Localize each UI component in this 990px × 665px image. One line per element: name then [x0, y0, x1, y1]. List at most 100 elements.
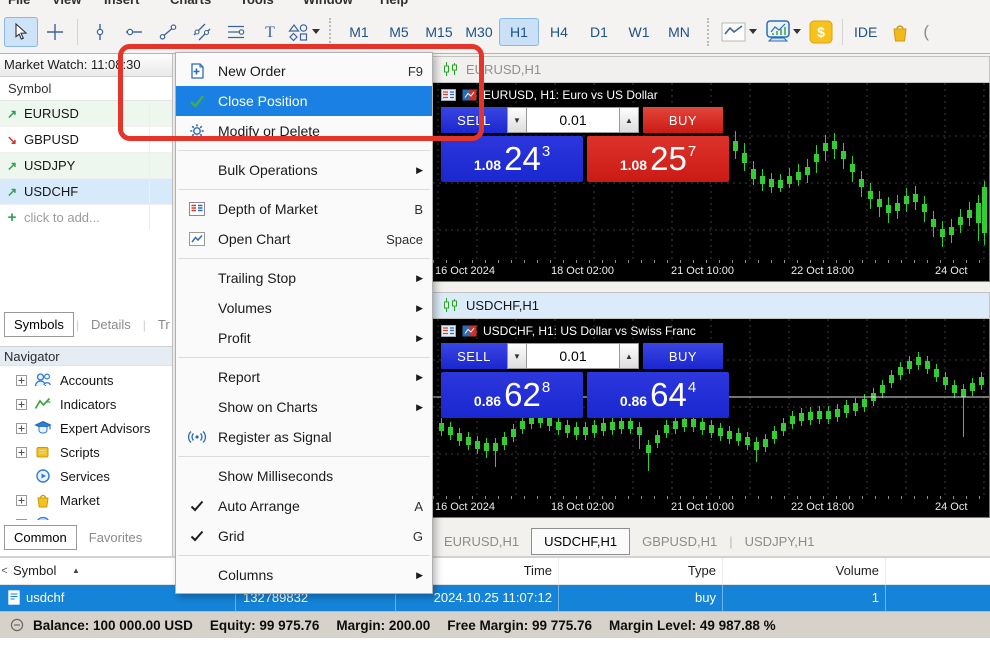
- chart-tab-usdjpy-h1[interactable]: USDJPY,H1: [733, 529, 827, 554]
- tab-symbols[interactable]: Symbols: [4, 312, 74, 337]
- menu-item-columns[interactable]: Columns▶: [176, 560, 432, 590]
- volume-increase-button[interactable]: ▲: [619, 107, 639, 133]
- menu-item-auto-arrange[interactable]: Auto ArrangeA: [176, 491, 432, 521]
- menu-item-modify-or-delete[interactable]: Modify or Delete: [176, 116, 432, 146]
- menubar-item-view[interactable]: View: [52, 0, 81, 7]
- menubar-item-insert[interactable]: Insert: [104, 0, 139, 7]
- market-watch-row[interactable]: ↗EURUSD: [0, 101, 172, 127]
- collapse-icon[interactable]: [10, 618, 24, 632]
- navigator-item-indicators[interactable]: Indicators: [0, 392, 172, 416]
- volume-input[interactable]: 0.01: [527, 343, 619, 369]
- chart-type-button[interactable]: [717, 17, 761, 47]
- volume-decrease-button[interactable]: ▼: [507, 107, 527, 133]
- timeframe-h4-button[interactable]: H4: [539, 18, 579, 46]
- chart-tab-usdchf-h1[interactable]: USDCHF,H1: [531, 528, 630, 555]
- vertical-line-tool-button[interactable]: [83, 17, 117, 47]
- quotes-dollar-button[interactable]: $: [805, 17, 837, 47]
- menu-item-trailing-stop[interactable]: Trailing Stop▶: [176, 263, 432, 293]
- market-watch-row[interactable]: ↗USDJPY: [0, 153, 172, 179]
- volume-input[interactable]: 0.01: [527, 107, 619, 133]
- bid-price-box[interactable]: 1.08243: [441, 136, 583, 182]
- cursor-tool-button[interactable]: [4, 17, 38, 47]
- price-chart[interactable]: USDCHF, H1: US Dollar vs Swiss FrancSELL…: [432, 319, 990, 518]
- menu-item-bulk-operations[interactable]: Bulk Operations▶: [176, 155, 432, 185]
- navigator-item-market[interactable]: Market: [0, 488, 172, 512]
- menu-item-show-on-charts[interactable]: Show on Charts▶: [176, 392, 432, 422]
- ide-button[interactable]: IDE: [848, 24, 883, 40]
- scroll-left-button[interactable]: <: [0, 558, 9, 584]
- sell-button[interactable]: SELL: [441, 107, 507, 133]
- menubar-item-file[interactable]: File: [8, 0, 30, 7]
- timeframe-m5-button[interactable]: M5: [379, 18, 419, 46]
- crosshair-tool-button[interactable]: [38, 17, 72, 47]
- expand-plus-icon[interactable]: [16, 495, 27, 506]
- horizontal-line-tool-button[interactable]: [117, 17, 151, 47]
- oneclick-mini-icon[interactable]: [462, 89, 477, 101]
- navigator-item-scripts[interactable]: Scripts: [0, 440, 172, 464]
- menu-item-show-milliseconds[interactable]: Show Milliseconds: [176, 461, 432, 491]
- trade-row[interactable]: usdchf1327898322024.10.25 11:07:12buy1: [0, 585, 990, 611]
- timeframe-m1-button[interactable]: M1: [339, 18, 379, 46]
- navigator-item-expert-advisors[interactable]: Expert Advisors: [0, 416, 172, 440]
- oneclick-mini-icon[interactable]: [462, 325, 477, 337]
- equidistant-channel-tool-button[interactable]: [185, 17, 219, 47]
- menubar-item-charts[interactable]: Charts: [170, 0, 211, 7]
- menu-item-grid[interactable]: GridG: [176, 521, 432, 551]
- market-watch-row[interactable]: ↗USDCHF: [0, 179, 172, 205]
- expand-plus-icon[interactable]: [16, 423, 27, 434]
- tab-details[interactable]: Details: [81, 312, 141, 337]
- menu-item-register-as-signal[interactable]: Register as Signal: [176, 422, 432, 452]
- buy-button[interactable]: BUY: [643, 107, 723, 133]
- ask-price-box[interactable]: 0.86644: [587, 372, 729, 418]
- depth-of-market-mini-icon[interactable]: [441, 325, 456, 337]
- sell-button[interactable]: SELL: [441, 343, 507, 369]
- depth-of-market-mini-icon[interactable]: [441, 89, 456, 101]
- menubar-item-help[interactable]: Help: [380, 0, 408, 7]
- bid-price-box[interactable]: 0.86628: [441, 372, 583, 418]
- navigator-item-accounts[interactable]: Accounts: [0, 368, 172, 392]
- menubar-item-window[interactable]: Window: [303, 0, 353, 7]
- menu-item-report[interactable]: Report▶: [176, 362, 432, 392]
- menu-item-open-chart[interactable]: Open ChartSpace: [176, 224, 432, 254]
- chart-window-titlebar[interactable]: USDCHF,H1: [432, 292, 990, 319]
- expand-plus-icon[interactable]: [16, 399, 27, 410]
- menu-item-depth-of-market[interactable]: Depth of MarketB: [176, 194, 432, 224]
- timeframe-d1-button[interactable]: D1: [579, 18, 619, 46]
- buy-button[interactable]: BUY: [643, 343, 723, 369]
- tab-favorites[interactable]: Favorites: [79, 525, 152, 550]
- timeframe-m30-button[interactable]: M30: [459, 18, 499, 46]
- timeframe-m15-button[interactable]: M15: [419, 18, 459, 46]
- menu-item-close-position[interactable]: Close Position: [176, 86, 432, 116]
- ask-price-box[interactable]: 1.08257: [587, 136, 729, 182]
- menu-item-volumes[interactable]: Volumes▶: [176, 293, 432, 323]
- trendline-tool-button[interactable]: [151, 17, 185, 47]
- market-watch-row[interactable]: ↘GBPUSD: [0, 127, 172, 153]
- timeframe-mn-button[interactable]: MN: [659, 18, 699, 46]
- chart-tab-eurusd-h1[interactable]: EURUSD,H1: [432, 529, 531, 554]
- price-chart[interactable]: EURUSD, H1: Euro vs US DollarSELL▼0.01▲B…: [432, 83, 990, 282]
- navigator-item-services[interactable]: Services: [0, 464, 172, 488]
- market-store-button[interactable]: [883, 17, 917, 47]
- menu-item-profit[interactable]: Profit▶: [176, 323, 432, 353]
- shapes-tool-button[interactable]: [287, 17, 321, 47]
- volume-decrease-button[interactable]: ▼: [507, 343, 527, 369]
- chart-tab-gbpusd-h1[interactable]: GBPUSD,H1: [630, 529, 729, 554]
- timeframe-h1-button[interactable]: H1: [499, 18, 539, 46]
- navigator-tree: AccountsIndicatorsExpert AdvisorsScripts…: [0, 368, 172, 536]
- click-to-add-row[interactable]: +click to add...: [0, 205, 172, 230]
- menu-bar[interactable]: File View Insert Charts Tools Window Help: [0, 0, 990, 10]
- timeframe-w1-button[interactable]: W1: [619, 18, 659, 46]
- volume-increase-button[interactable]: ▲: [619, 343, 639, 369]
- market-watch-symbol-column-header[interactable]: Symbol: [0, 77, 172, 101]
- text-label-tool-button[interactable]: T: [253, 17, 287, 47]
- menubar-item-tools[interactable]: Tools: [240, 0, 274, 7]
- chart-window-titlebar[interactable]: EURUSD,H1: [432, 56, 990, 83]
- tab-common[interactable]: Common: [4, 525, 77, 550]
- column-header-symbol[interactable]: Symbol: [13, 563, 56, 578]
- fibonacci-lines-tool-button[interactable]: [219, 17, 253, 47]
- indicators-dialog-button[interactable]: [761, 17, 805, 47]
- expand-plus-icon[interactable]: [16, 447, 27, 458]
- expand-plus-icon[interactable]: [16, 375, 27, 386]
- column-header-volume[interactable]: Volume: [679, 563, 879, 578]
- menu-item-new-order[interactable]: New OrderF9: [176, 56, 432, 86]
